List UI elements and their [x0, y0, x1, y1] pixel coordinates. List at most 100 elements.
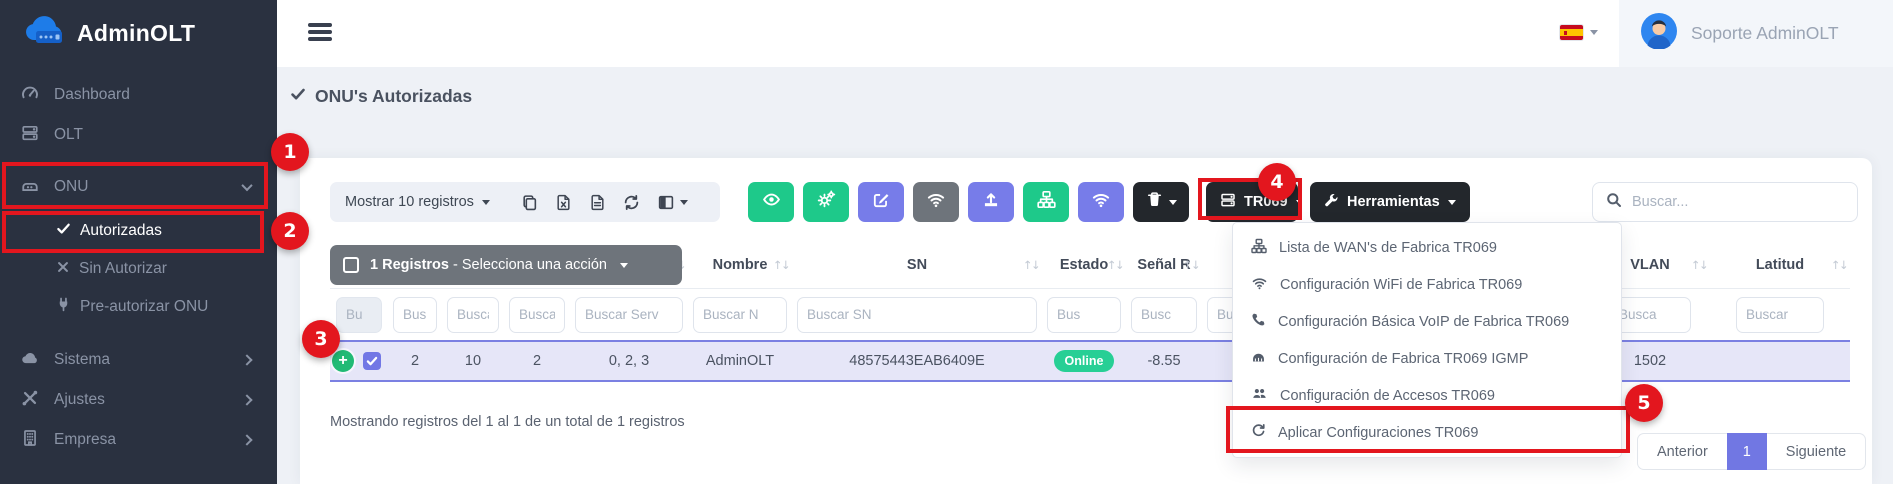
server-icon: [21, 124, 39, 147]
sidebar-item-autorizadas[interactable]: Autorizadas: [0, 216, 277, 246]
select-all-checkbox[interactable]: [343, 257, 359, 273]
filter-input-latitud[interactable]: [1736, 297, 1824, 333]
action-button-strip: [748, 182, 1189, 222]
wifi-button[interactable]: [913, 182, 959, 222]
sync-icon[interactable]: [623, 194, 640, 211]
table-row[interactable]: + 2 10 2 0, 2, 3 AdminOLT 48575443EAB640…: [330, 340, 1850, 382]
menu-item-config-igmp[interactable]: Configuración de Fabrica TR069 IGMP: [1233, 340, 1621, 377]
sort-icon: ↑↓: [1831, 258, 1847, 272]
upload-icon: [982, 191, 1000, 214]
sitemap-icon: [1251, 238, 1267, 258]
hamburger-menu-icon[interactable]: [308, 23, 332, 45]
sidebar-item-dashboard[interactable]: Dashboard: [0, 80, 277, 110]
column-header-sn[interactable]: SN↑↓: [792, 257, 1042, 273]
check-icon: [290, 86, 306, 107]
column-header-nombre[interactable]: Nombre↑↓: [688, 257, 792, 273]
plug-icon: [56, 297, 71, 317]
settings-button[interactable]: [803, 182, 849, 222]
topbar: Soporte AdminOLT: [277, 0, 1893, 67]
upload-button[interactable]: [968, 182, 1014, 222]
tools-icon: [21, 389, 39, 412]
sidebar-item-olt[interactable]: OLT: [0, 120, 277, 150]
cell: 10: [442, 353, 504, 369]
cell: 2: [504, 353, 570, 369]
row-checkbox[interactable]: [363, 352, 381, 370]
pagination-next-button[interactable]: Siguiente: [1767, 433, 1866, 470]
table-header-row: Service port↑↓ Nombre↑↓ SN↑↓ Estado↑↓ Se…: [330, 242, 1850, 288]
wifi-icon: [1251, 275, 1268, 295]
menu-item-config-wifi[interactable]: Configuración WiFi de Fabrica TR069: [1233, 266, 1621, 303]
language-dropdown[interactable]: [1560, 25, 1598, 40]
sort-icon: ↑↓: [1183, 258, 1199, 272]
expand-row-button[interactable]: +: [332, 350, 354, 372]
tr069-dropdown-button[interactable]: TR069: [1206, 182, 1298, 222]
herramientas-dropdown-button[interactable]: Herramientas: [1310, 182, 1470, 222]
avatar: [1641, 13, 1677, 54]
gauge-icon: [21, 84, 39, 107]
wifi-icon: [926, 190, 946, 214]
pagination-prev-button[interactable]: Anterior: [1637, 433, 1727, 470]
user-name: Soporte AdminOLT: [1691, 23, 1839, 44]
edit-button[interactable]: [858, 182, 904, 222]
users-icon: [1251, 386, 1268, 405]
sidebar-item-label: Sin Autorizar: [79, 260, 167, 278]
caret-down-icon: [1448, 200, 1456, 205]
eye-icon: [762, 190, 781, 214]
view-button[interactable]: [748, 182, 794, 222]
sidebar-item-pre-autorizar[interactable]: Pre-autorizar ONU: [0, 292, 277, 322]
records-info: Mostrando registros del 1 al 1 de un tot…: [330, 414, 685, 430]
filter-input-sn[interactable]: [797, 297, 1037, 333]
pagination-page-1[interactable]: 1: [1727, 433, 1767, 470]
wifi-config-button[interactable]: [1078, 182, 1124, 222]
sidebar-item-onu[interactable]: ONU: [0, 170, 277, 204]
search-icon: [1606, 192, 1622, 213]
menu-item-lista-wans[interactable]: Lista de WAN's de Fabrica TR069: [1233, 229, 1621, 266]
sidebar-item-sistema[interactable]: Sistema: [0, 344, 277, 376]
sidebar-item-label: Empresa: [54, 431, 116, 449]
column-header-latitud[interactable]: Latitud↑↓: [1710, 257, 1850, 273]
filter-input-senal[interactable]: [1131, 297, 1197, 333]
cell-senal: -8.55: [1126, 353, 1202, 369]
sidebar-item-label: ONU: [54, 178, 88, 196]
cloud-router-icon: [24, 14, 68, 53]
sort-icon: ↑↓: [1023, 258, 1039, 272]
delete-dropdown-button[interactable]: [1133, 182, 1189, 222]
column-header-senal[interactable]: Señal R↑↓: [1126, 257, 1202, 273]
copy-icon[interactable]: [521, 194, 538, 211]
sidebar-item-sin-autorizar[interactable]: Sin Autorizar: [0, 254, 277, 284]
sort-icon: ↑↓: [1107, 258, 1123, 272]
filter-input-nombre[interactable]: [693, 297, 787, 333]
column-header-estado[interactable]: Estado↑↓: [1042, 257, 1126, 273]
sitemap-button[interactable]: [1023, 182, 1069, 222]
search-input[interactable]: [1632, 194, 1844, 210]
menu-item-aplicar-configuraciones[interactable]: Aplicar Configuraciones TR069: [1233, 414, 1621, 451]
bulk-action-dropdown[interactable]: 1 Registros - Selecciona una acción: [330, 245, 682, 285]
show-entries-dropdown[interactable]: Mostrar 10 registros: [345, 194, 490, 210]
table-columns-icon[interactable]: [657, 194, 688, 211]
menu-item-config-accesos[interactable]: Configuración de Accesos TR069: [1233, 377, 1621, 414]
sort-icon: ↑↓: [1691, 258, 1707, 272]
filter-input[interactable]: [509, 297, 565, 333]
filter-input[interactable]: [447, 297, 499, 333]
content-card: Mostrar 10 registros TR069 H: [300, 158, 1872, 484]
table-filter-row: [330, 288, 1850, 340]
table-controls-group: Mostrar 10 registros: [330, 182, 720, 222]
sidebar-item-ajustes[interactable]: Ajustes: [0, 384, 277, 416]
filter-input-estado[interactable]: [1047, 297, 1121, 333]
sidebar-item-label: Dashboard: [54, 86, 130, 104]
filter-input[interactable]: [393, 297, 437, 333]
sidebar-item-label: Sistema: [54, 351, 110, 369]
file-lines-icon[interactable]: [589, 194, 606, 211]
filter-input[interactable]: [336, 297, 382, 333]
onu-device-icon: [21, 176, 39, 199]
menu-item-config-voip[interactable]: Configuración Básica VoIP de Fabrica TR0…: [1233, 303, 1621, 340]
sidebar-item-empresa[interactable]: Empresa: [0, 424, 277, 456]
file-excel-icon[interactable]: [555, 194, 572, 211]
brand-name: AdminOLT: [77, 20, 195, 47]
table-search: [1592, 182, 1858, 222]
filter-input-service-port[interactable]: [575, 297, 683, 333]
user-menu[interactable]: Soporte AdminOLT: [1619, 0, 1893, 67]
pagination: Anterior 1 Siguiente: [1637, 433, 1866, 470]
brand-logo[interactable]: AdminOLT: [24, 14, 195, 53]
sort-icon: ↑↓: [773, 258, 789, 272]
